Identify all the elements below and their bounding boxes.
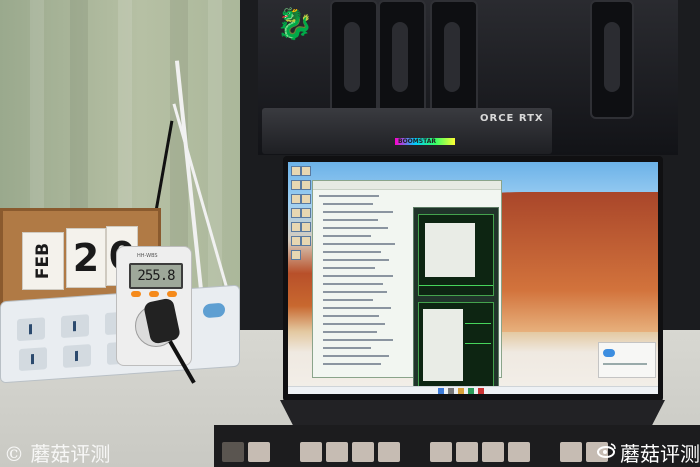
notification-popup bbox=[598, 342, 656, 378]
tree-line bbox=[323, 299, 373, 301]
meter-display: 255.8 bbox=[129, 263, 183, 289]
keyboard-key bbox=[378, 442, 400, 462]
outlet bbox=[61, 314, 89, 339]
fan bbox=[430, 0, 478, 119]
keyboard-key bbox=[482, 442, 504, 462]
notify-line bbox=[603, 363, 647, 365]
desktop-icon bbox=[291, 194, 301, 204]
fan bbox=[330, 0, 378, 119]
search-icon bbox=[448, 388, 454, 394]
app-icon bbox=[478, 388, 484, 394]
tree-line bbox=[323, 331, 377, 333]
monitor-screen bbox=[288, 162, 658, 394]
keyboard-key bbox=[456, 442, 478, 462]
desktop-icon bbox=[291, 208, 301, 218]
folder-icon bbox=[458, 388, 464, 394]
watermark-right: 蘑菇评测 bbox=[620, 442, 700, 466]
meter-brand: HH-WBS bbox=[137, 253, 158, 259]
tree-line bbox=[323, 347, 371, 349]
graph-line bbox=[465, 323, 491, 324]
tree-line bbox=[323, 219, 378, 221]
tree-line bbox=[323, 243, 395, 245]
tree-line bbox=[323, 235, 371, 237]
keyboard-key bbox=[560, 442, 582, 462]
keyboard-key bbox=[508, 442, 530, 462]
meter-button bbox=[149, 291, 159, 297]
desktop-icon bbox=[291, 250, 301, 260]
graph-line bbox=[465, 343, 491, 344]
tree-line bbox=[323, 211, 393, 213]
sensor-panel bbox=[413, 207, 499, 394]
keyboard-key bbox=[300, 442, 322, 462]
desktop-icon bbox=[301, 236, 311, 246]
watermark-left: © 蘑菇评测 bbox=[4, 442, 111, 466]
outlet bbox=[19, 347, 47, 372]
sensor-graph bbox=[418, 302, 494, 390]
desktop-icon bbox=[301, 180, 311, 190]
cloud-icon bbox=[603, 349, 615, 357]
tree-line bbox=[323, 315, 379, 317]
keyboard-key bbox=[222, 442, 244, 462]
desktop-icon bbox=[301, 166, 311, 176]
cpu-info-box bbox=[425, 223, 475, 277]
desktop-icon bbox=[291, 222, 301, 232]
tree-line bbox=[323, 363, 381, 365]
tree-line bbox=[323, 355, 389, 357]
desktop-icon bbox=[301, 194, 311, 204]
tree-line bbox=[323, 307, 391, 309]
graph-line bbox=[419, 285, 493, 286]
tree-line bbox=[323, 267, 375, 269]
tree-line bbox=[323, 339, 393, 341]
sensor-graph bbox=[418, 214, 494, 296]
tree-line bbox=[323, 203, 373, 205]
start-icon bbox=[438, 388, 444, 394]
window-titlebar bbox=[313, 181, 501, 190]
tree-line bbox=[323, 227, 388, 229]
tree-line bbox=[323, 275, 393, 277]
tree-line bbox=[323, 251, 381, 253]
gpu-label: ORCE RTX bbox=[480, 113, 544, 124]
tree-line bbox=[323, 283, 383, 285]
meter-button bbox=[167, 291, 177, 297]
fan bbox=[378, 0, 426, 119]
keyboard-key bbox=[326, 442, 348, 462]
tree-line bbox=[323, 291, 387, 293]
keyboard-key bbox=[248, 442, 270, 462]
desktop-icon bbox=[291, 236, 301, 246]
calendar-month-card: FEB bbox=[22, 232, 64, 290]
desktop-icon bbox=[291, 180, 301, 190]
strip-switch bbox=[203, 302, 225, 319]
gpu-info-box bbox=[423, 309, 463, 381]
msi-dragon-logo: 🐉 bbox=[276, 7, 314, 42]
outlet bbox=[17, 317, 45, 342]
desktop-icon bbox=[291, 166, 301, 176]
tree-line bbox=[323, 323, 385, 325]
tree-line bbox=[319, 195, 379, 197]
keyboard-key bbox=[352, 442, 374, 462]
keyboard-key bbox=[430, 442, 452, 462]
hardware-info-window bbox=[312, 180, 502, 394]
fan bbox=[590, 0, 634, 119]
rgb-label: BOOMSTAR bbox=[398, 138, 436, 145]
meter-button bbox=[131, 291, 141, 297]
weibo-icon bbox=[597, 443, 616, 458]
desktop-icon bbox=[301, 208, 311, 218]
app-icon bbox=[468, 388, 474, 394]
outlet bbox=[63, 344, 91, 368]
desktop-icon bbox=[301, 222, 311, 232]
taskbar bbox=[288, 386, 658, 394]
tree-line bbox=[323, 259, 389, 261]
calendar-day-card: 2 bbox=[66, 228, 106, 288]
